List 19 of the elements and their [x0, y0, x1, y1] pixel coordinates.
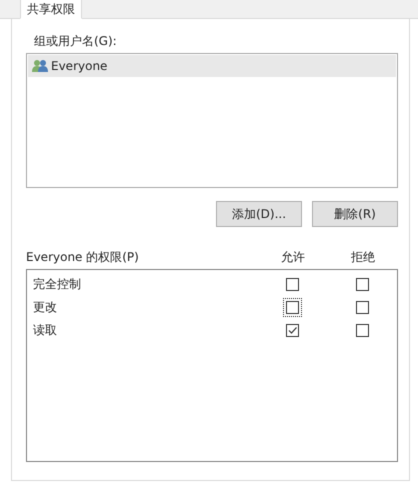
- dialog-button[interactable]: 删除(R): [312, 201, 398, 227]
- users-icon: [32, 59, 48, 73]
- allow-checkbox[interactable]: [286, 324, 298, 337]
- column-header: 拒绝: [350, 248, 376, 266]
- deny-checkbox[interactable]: [356, 278, 368, 291]
- check-icon: [286, 325, 298, 336]
- dialog-button[interactable]: 添加(D)...: [216, 201, 302, 227]
- permission-name: 读取: [32, 322, 58, 339]
- deny-checkbox[interactable]: [356, 301, 368, 314]
- column-header: 允许: [280, 248, 306, 266]
- permissions-label: Everyone 的权限(P): [26, 248, 140, 266]
- group-label: 组或用户名(G):: [34, 33, 118, 50]
- user-list-item[interactable]: Everyone: [28, 55, 396, 77]
- permission-name: 更改: [32, 299, 58, 316]
- allow-checkbox[interactable]: [286, 301, 298, 314]
- allow-checkbox[interactable]: [286, 278, 298, 291]
- permission-name: 完全控制: [32, 276, 82, 293]
- deny-checkbox[interactable]: [356, 324, 368, 337]
- tab[interactable]: 共享权限: [20, 0, 82, 19]
